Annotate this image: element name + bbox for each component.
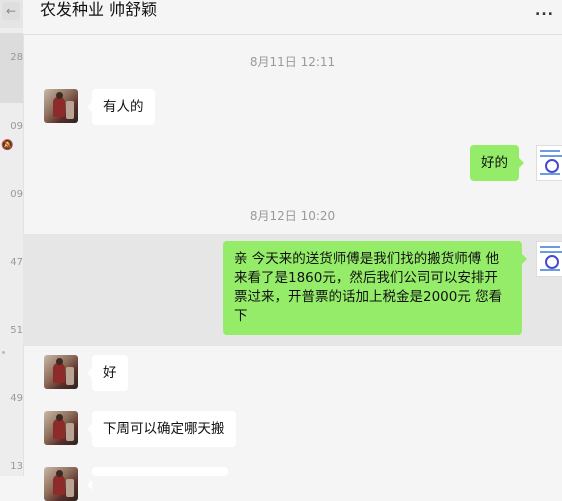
- contact-avatar[interactable]: [44, 411, 78, 445]
- mute-bell-icon: 🔕: [1, 140, 14, 151]
- self-avatar[interactable]: [536, 145, 562, 181]
- incoming-message-clipped[interactable]: [87, 467, 228, 490]
- contact-avatar[interactable]: [44, 467, 78, 501]
- contact-avatar[interactable]: [44, 355, 78, 389]
- chat-item-time[interactable]: 09: [0, 189, 23, 200]
- contact-avatar[interactable]: [44, 89, 78, 123]
- chat-item-time[interactable]: 13: [0, 461, 23, 472]
- chat-item-time[interactable]: 51: [0, 325, 23, 336]
- outgoing-message[interactable]: 亲 今天来的送货师傅是我们找的搬货师傅 他来看了是1860元，然后我们公司可以安…: [223, 241, 527, 335]
- outgoing-message[interactable]: 好的: [470, 145, 524, 181]
- chat-item-time[interactable]: 28: [0, 52, 23, 63]
- incoming-message[interactable]: 好: [87, 355, 128, 391]
- incoming-message[interactable]: 有人的: [87, 89, 155, 125]
- chat-title: 农发种业 帅舒颖: [40, 0, 158, 19]
- chat-item-time[interactable]: 47: [0, 257, 23, 268]
- chat-item-time[interactable]: 49: [0, 393, 23, 404]
- more-options-icon[interactable]: ...: [535, 3, 554, 19]
- message-timestamp: 8月12日 10:20: [249, 209, 336, 223]
- message-timestamp: 8月11日 12:11: [249, 55, 336, 69]
- self-avatar[interactable]: [536, 241, 562, 277]
- back-icon[interactable]: ←: [2, 2, 20, 20]
- chat-header: 农发种业 帅舒颖 ...: [23, 0, 562, 35]
- incoming-message[interactable]: 下周可以确定哪天搬: [87, 411, 236, 447]
- chat-item-time[interactable]: 09: [0, 121, 23, 132]
- active-chat-item[interactable]: [0, 33, 23, 103]
- chat-list-sidebar: ← 28 09 🔕 09 47 51 49 13: [0, 0, 24, 476]
- unread-dot: [2, 351, 5, 354]
